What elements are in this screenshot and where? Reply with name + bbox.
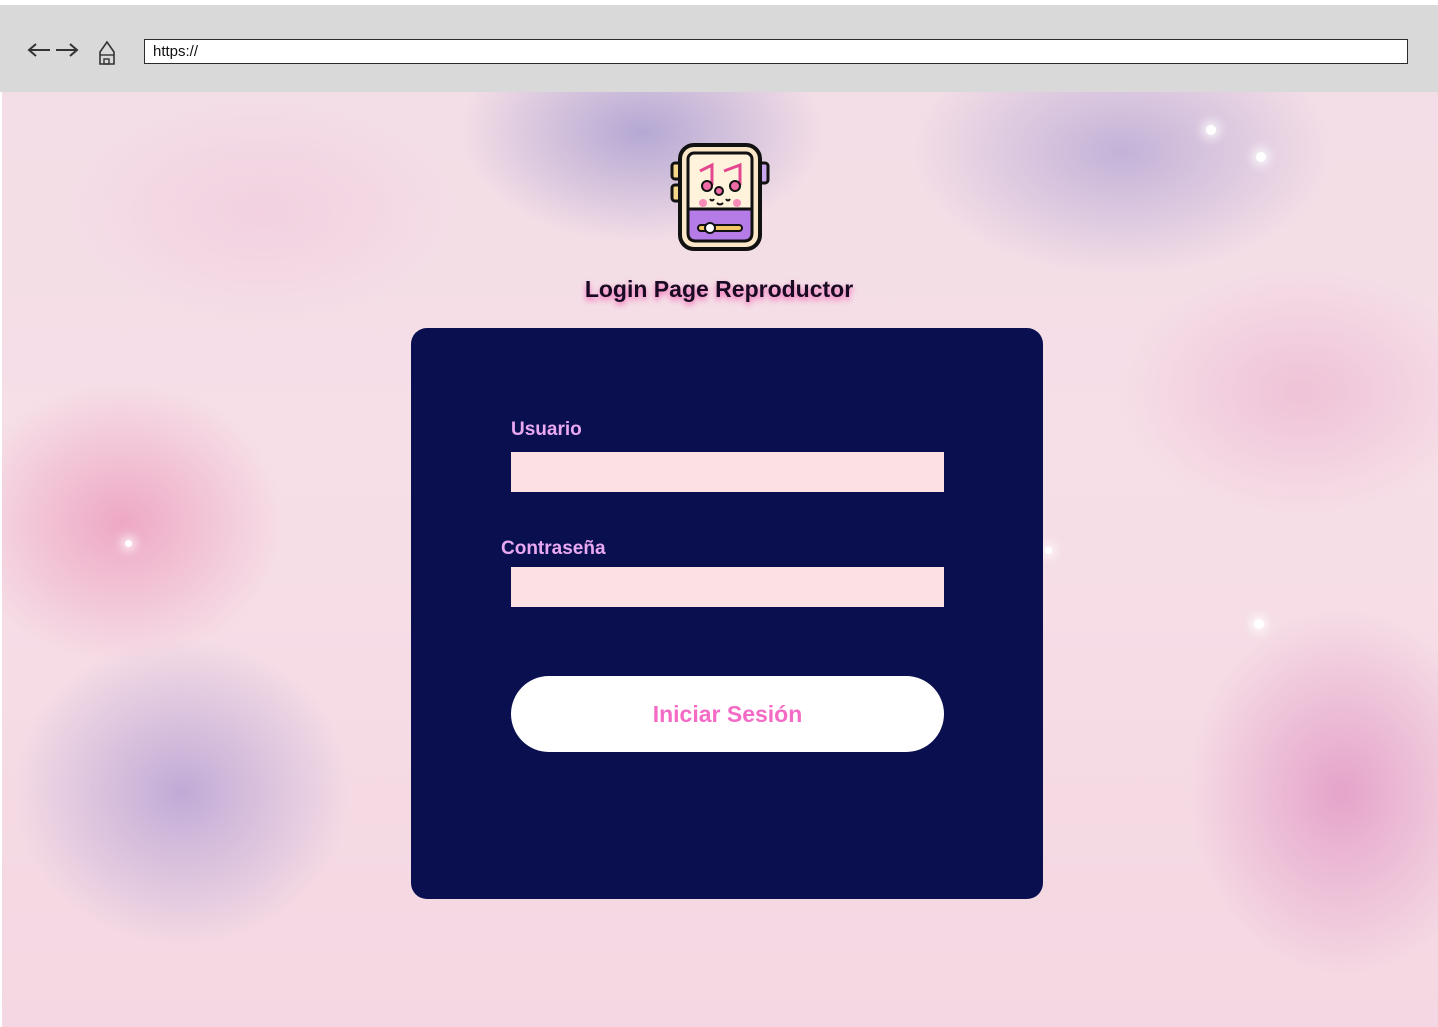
login-form: Usuario Contraseña Iniciar Sesión: [411, 328, 1043, 899]
username-field[interactable]: [511, 452, 944, 492]
browser-toolbar: [0, 5, 1438, 92]
back-button[interactable]: [27, 37, 51, 63]
sparkle-decoration: [1206, 125, 1216, 135]
arrow-left-icon: [27, 43, 50, 57]
login-button[interactable]: Iniciar Sesión: [511, 676, 944, 752]
sparkle-decoration: [125, 540, 132, 547]
sparkle-decoration: [1045, 547, 1052, 554]
password-label: Contraseña: [501, 538, 606, 559]
sparkle-decoration: [1254, 619, 1264, 629]
browser-window: Login Page Reproductor Usuario Contraseñ…: [0, 0, 1438, 1027]
nav-arrows: [27, 37, 79, 63]
password-field[interactable]: [511, 567, 944, 607]
sparkle-decoration: [1256, 152, 1266, 162]
forward-button[interactable]: [55, 37, 79, 63]
page-title: Login Page Reproductor: [584, 276, 854, 302]
music-player-icon: [670, 143, 770, 251]
home-icon: [99, 40, 115, 65]
username-label: Usuario: [511, 419, 582, 440]
url-input[interactable]: [144, 39, 1408, 64]
home-button[interactable]: [96, 39, 118, 67]
arrow-right-icon: [56, 43, 79, 57]
